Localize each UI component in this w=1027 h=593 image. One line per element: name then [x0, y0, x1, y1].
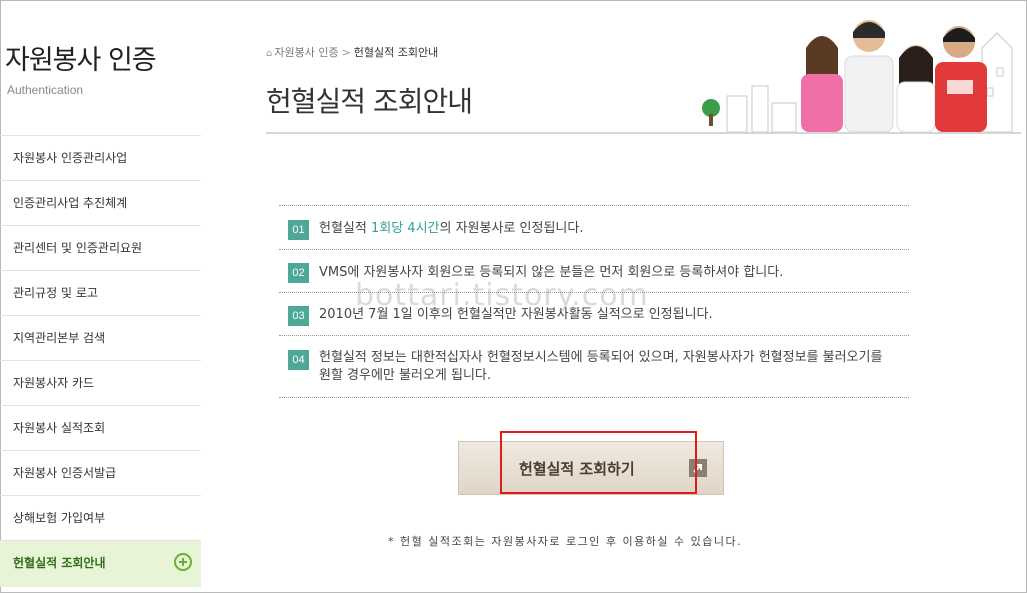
notice-number: 04 [288, 350, 309, 370]
title-divider [266, 132, 1021, 134]
notice-number: 03 [288, 306, 309, 326]
sidebar-item-label: 자원봉사 인증관리사업 [13, 151, 128, 165]
sidebar-item-label: 지역관리본부 검색 [13, 331, 106, 345]
sidebar-item-rules-logo[interactable]: 관리규정 및 로고 [0, 271, 201, 316]
banner-people-image [697, 8, 1023, 132]
breadcrumb-current: 헌혈실적 조회안내 [353, 46, 439, 59]
sidebar-item-centers[interactable]: 관리센터 및 인증관리요원 [0, 226, 201, 271]
sidebar-title: 자원봉사 인증 [5, 45, 157, 76]
login-footnote: * 헌혈 실적조회는 자원봉사자로 로그인 후 이용하실 수 있습니다. [388, 535, 743, 548]
notice-text-part: 헌혈실적 [319, 221, 371, 236]
sidebar-item-cert-program[interactable]: 자원봉사 인증관리사업 [0, 136, 201, 181]
sidebar: 자원봉사 인증 Authentication 자원봉사 인증관리사업 인증관리사… [0, 0, 201, 593]
breadcrumb-parent[interactable]: 자원봉사 인증 [274, 46, 338, 59]
sidebar-item-insurance[interactable]: 상해보험 가입여부 [0, 496, 201, 541]
notice-highlight: 1회당 4시간 [370, 221, 440, 236]
arrow-go-icon [689, 459, 707, 477]
sidebar-item-label: 자원봉사자 카드 [13, 376, 95, 390]
home-icon[interactable]: ⌂ [266, 48, 272, 59]
sidebar-subtitle: Authentication [7, 83, 84, 97]
breadcrumb: ⌂ 자원봉사 인증 > 헌혈실적 조회안내 [266, 44, 438, 60]
sidebar-item-label: 자원봉사 실적조회 [13, 421, 106, 435]
sidebar-item-label: 헌혈실적 조회안내 [13, 556, 106, 570]
chevron-right-icon: > [341, 46, 351, 59]
notice-item: 04 헌혈실적 정보는 대한적십자사 헌혈정보시스템에 등록되어 있으며, 자원… [279, 335, 909, 398]
sidebar-item-label: 관리규정 및 로고 [13, 286, 98, 300]
sidebar-item-certificate[interactable]: 자원봉사 인증서발급 [0, 451, 201, 496]
sidebar-item-label: 인증관리사업 추진체계 [13, 196, 128, 210]
sidebar-item-label: 상해보험 가입여부 [13, 511, 106, 525]
sidebar-item-blood-donation[interactable]: 헌혈실적 조회안내 [0, 541, 201, 587]
page-title: 헌혈실적 조회안내 [266, 85, 473, 118]
sidebar-menu: 자원봉사 인증관리사업 인증관리사업 추진체계 관리센터 및 인증관리요원 관리… [0, 135, 201, 587]
notice-text-part: 의 자원봉사로 인정됩니다. [439, 221, 584, 236]
sidebar-item-record-lookup[interactable]: 자원봉사 실적조회 [0, 406, 201, 451]
sidebar-item-label: 자원봉사 인증서발급 [13, 466, 117, 480]
notice-number: 02 [288, 263, 309, 283]
sidebar-item-system[interactable]: 인증관리사업 추진체계 [0, 181, 201, 226]
plus-circle-icon[interactable] [174, 553, 192, 571]
sidebar-item-label: 관리센터 및 인증관리요원 [13, 241, 143, 255]
notice-text-line: 원할 경우에만 불러오게 됩니다. [319, 368, 492, 383]
blood-record-lookup-button[interactable]: 헌혈실적 조회하기 [458, 441, 724, 495]
lookup-button-label: 헌혈실적 조회하기 [519, 460, 635, 478]
banner-illustration [697, 8, 1023, 132]
notice-text: 헌혈실적 정보는 대한적십자사 헌혈정보시스템에 등록되어 있으며, 자원봉사자… [319, 349, 904, 385]
notice-text: 헌혈실적 1회당 4시간의 자원봉사로 인정됩니다. [319, 220, 904, 238]
notice-number: 01 [288, 220, 309, 240]
sidebar-item-region-search[interactable]: 지역관리본부 검색 [0, 316, 201, 361]
notice-item: 01 헌혈실적 1회당 4시간의 자원봉사로 인정됩니다. [279, 205, 909, 249]
sidebar-item-volunteer-card[interactable]: 자원봉사자 카드 [0, 361, 201, 406]
notice-text-line: 헌혈실적 정보는 대한적십자사 헌혈정보시스템에 등록되어 있으며, 자원봉사자… [319, 350, 883, 365]
watermark: bottari.tistory.com [355, 278, 649, 313]
